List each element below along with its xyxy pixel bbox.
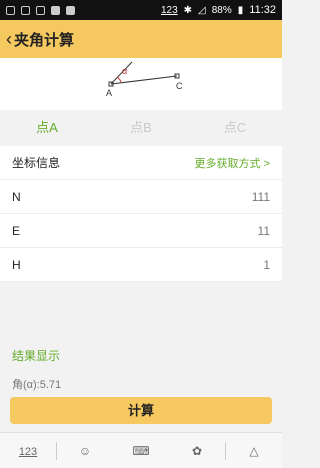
usb-icon xyxy=(36,5,45,15)
bottom-nav-bar: 123 ☺ ⌨ ✿ △ xyxy=(0,432,282,468)
coord-row-n[interactable]: N 111 xyxy=(0,180,282,214)
more-methods-link[interactable]: 更多获取方式 > xyxy=(195,155,270,171)
settings-icon[interactable]: ✿ xyxy=(169,444,225,458)
result-value: 角(α):5.71 xyxy=(12,379,62,391)
coord-header-row: 坐标信息 更多获取方式 > xyxy=(0,146,282,180)
image-icon xyxy=(51,5,60,15)
chevron-left-icon[interactable]: ‹ xyxy=(6,30,12,48)
angle-arc xyxy=(116,76,122,83)
ray-line-ac xyxy=(110,75,178,85)
page-title: 夹角计算 xyxy=(14,31,75,49)
battery-icon: ▮ xyxy=(237,4,244,16)
coord-row-e[interactable]: E 11 xyxy=(0,214,282,248)
coord-label-n: N xyxy=(12,189,21,204)
result-section: 结果显示 角(α):5.71 xyxy=(0,345,282,392)
tab-point-a[interactable]: 点A xyxy=(0,110,94,146)
coord-label-h: H xyxy=(12,257,21,272)
status-num-label: 123 xyxy=(160,4,178,16)
angle-diagram: A C α xyxy=(0,58,282,110)
coord-value-n[interactable]: 111 xyxy=(252,190,270,204)
app-bar: ‹ 夹角计算 xyxy=(0,20,282,58)
point-tabs: 点A 点B 点C xyxy=(0,110,282,146)
camera-icon xyxy=(66,5,75,15)
coord-value-e[interactable]: 11 xyxy=(258,224,270,238)
point-c-label: C xyxy=(176,81,183,91)
calculate-button[interactable]: 计算 xyxy=(10,397,272,424)
collapse-icon[interactable]: △ xyxy=(226,444,282,458)
tab-point-b[interactable]: 点B xyxy=(94,110,188,146)
coord-row-h[interactable]: H 1 xyxy=(0,248,282,282)
num-key-button[interactable]: 123 xyxy=(0,444,56,458)
clock: 11:32 xyxy=(249,4,276,16)
signal-icon: ◿ xyxy=(198,4,206,16)
coord-header-label: 坐标信息 xyxy=(12,156,61,170)
angle-alpha-label: α xyxy=(122,66,127,76)
coord-value-h[interactable]: 1 xyxy=(263,258,270,272)
num-key-label: 123 xyxy=(18,445,38,458)
coordinate-list: 坐标信息 更多获取方式 > N 111 E 11 H 1 xyxy=(0,146,282,282)
notification-icon xyxy=(6,5,15,15)
result-title: 结果显示 xyxy=(12,349,61,363)
bluetooth-icon: ✱ xyxy=(183,4,193,16)
coord-label-e: E xyxy=(12,223,21,238)
battery-percent: 88% xyxy=(211,4,232,16)
status-bar: 123 ✱ ◿ 88% ▮ 11:32 xyxy=(0,0,282,20)
app-icon xyxy=(21,5,30,15)
point-a-label: A xyxy=(106,88,112,98)
emoji-icon[interactable]: ☺ xyxy=(57,444,113,458)
tab-point-c[interactable]: 点C xyxy=(188,110,282,146)
keyboard-icon[interactable]: ⌨ xyxy=(113,444,169,458)
